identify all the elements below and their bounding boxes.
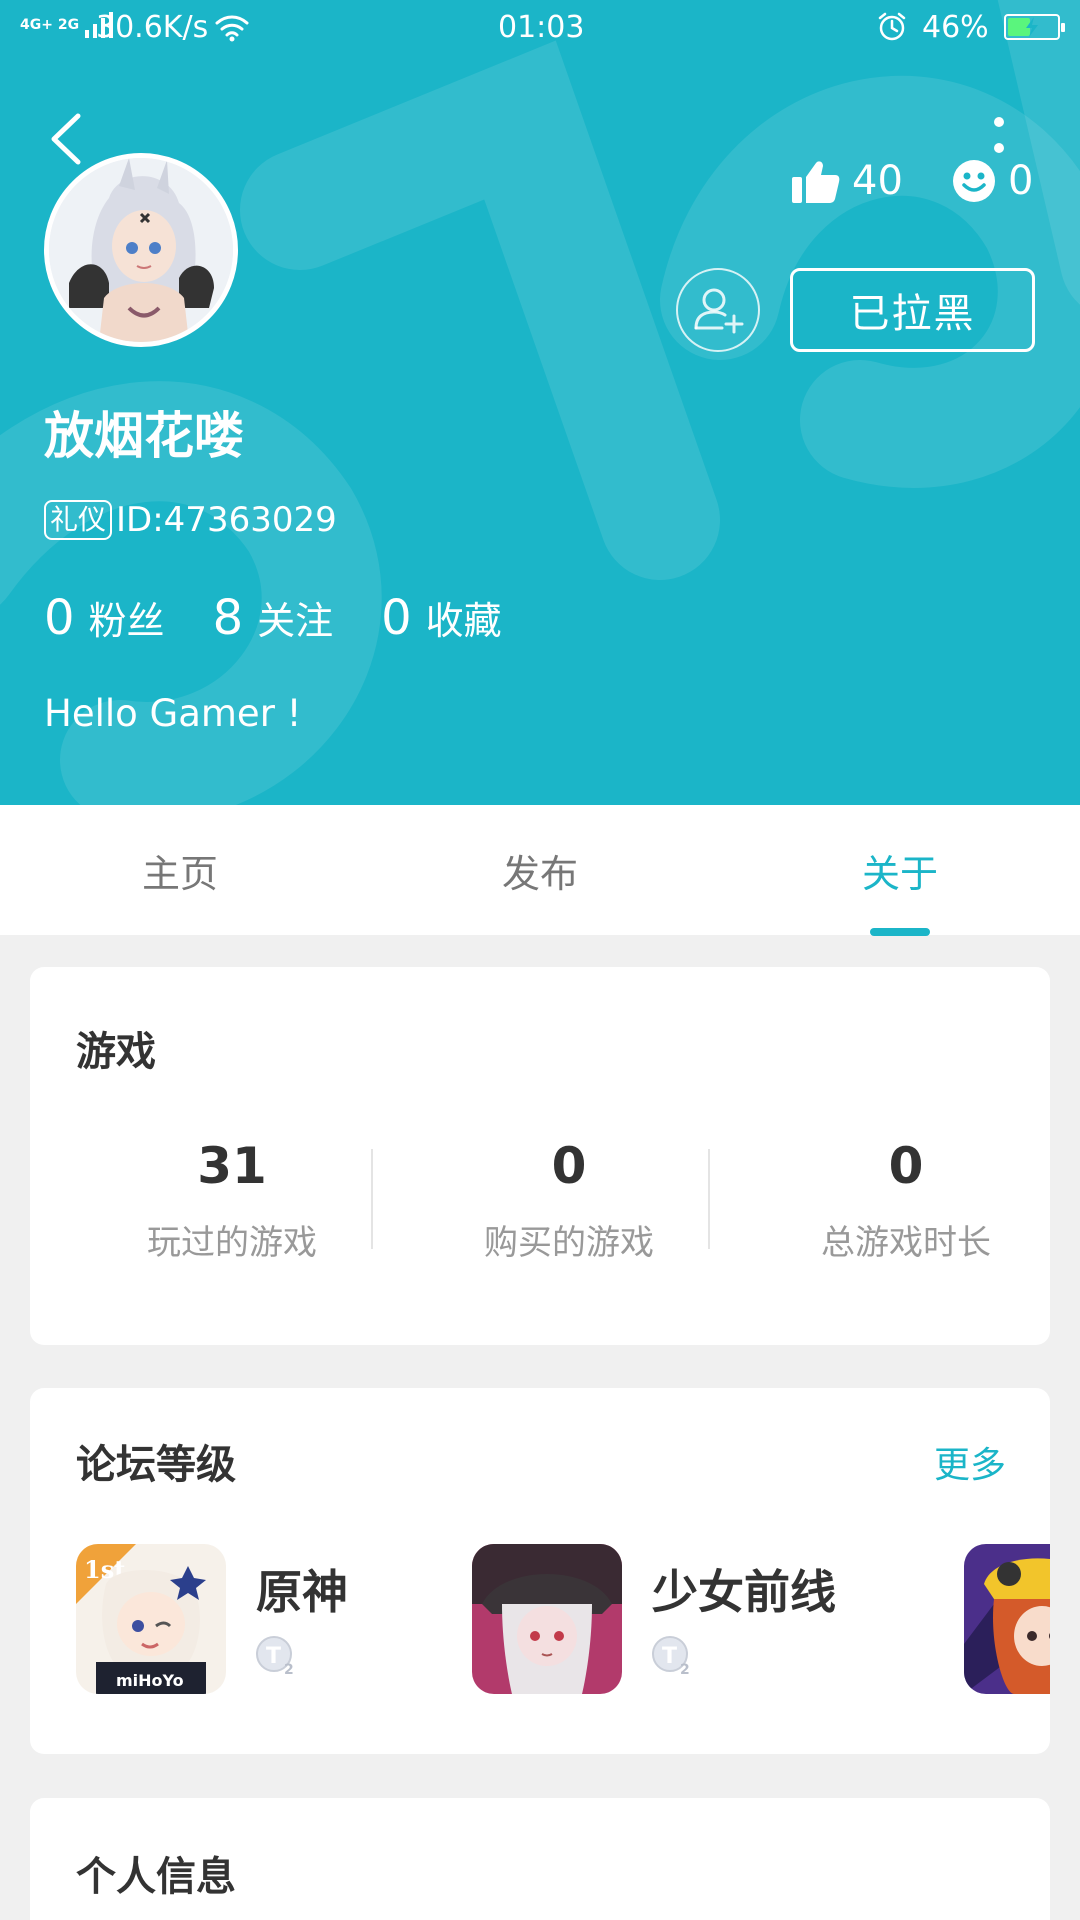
forum-item-girls-frontline[interactable]: 少女前线 T 2 xyxy=(472,1544,852,1694)
svg-text:miHoYo: miHoYo xyxy=(116,1671,184,1690)
forum-item-name: 少女前线 xyxy=(652,1565,836,1619)
followers-stat[interactable]: 0 粉丝 xyxy=(44,590,165,646)
smile-icon xyxy=(953,160,995,202)
profile-tabs: 主页 发布 关于 xyxy=(0,805,1080,935)
blocked-button[interactable]: 已拉黑 xyxy=(790,268,1035,352)
games-title: 游戏 xyxy=(76,1029,156,1075)
likes-counter[interactable]: 40 xyxy=(792,158,903,204)
user-id: ID:47363029 xyxy=(116,500,337,540)
username: 放烟花喽 xyxy=(44,407,244,465)
favorites-label: 收藏 xyxy=(425,599,502,643)
battery-icon xyxy=(1004,14,1065,40)
game-app-icon xyxy=(964,1544,1050,1694)
forum-item-genshin[interactable]: 1st miHoYo 原神 T 2 xyxy=(76,1544,436,1694)
network-speed: 30.6K/s xyxy=(96,10,209,45)
user-id-row: 礼仪 ID:47363029 xyxy=(44,500,337,540)
playtime-stat[interactable]: 0 总游戏时长 xyxy=(738,1137,1074,1264)
smiles-counter[interactable]: 0 xyxy=(952,158,1033,204)
followers-count: 0 xyxy=(44,590,75,646)
t2-level-icon: T 2 xyxy=(652,1636,690,1676)
following-count: 8 xyxy=(212,590,244,646)
profile-header: 4G+ 2G 30.6K/s 01:03 46% 40 0 已拉黑 放烟花喽 礼… xyxy=(0,0,1080,805)
bio-text: Hello Gamer ! xyxy=(44,692,302,735)
wifi-icon xyxy=(215,15,249,42)
following-stat[interactable]: 8 关注 xyxy=(213,590,334,646)
tab-about[interactable]: 关于 xyxy=(750,805,1050,935)
games-card: 游戏 31 玩过的游戏 0 购买的游戏 0 总游戏时长 xyxy=(30,967,1050,1345)
clock: 01:03 xyxy=(498,10,585,45)
active-tab-indicator xyxy=(870,928,930,936)
smiles-count: 0 xyxy=(1008,158,1034,204)
svg-text:T: T xyxy=(266,1644,281,1669)
followers-label: 粉丝 xyxy=(88,599,165,643)
divider xyxy=(708,1149,710,1249)
purchased-games-count: 0 xyxy=(551,1137,587,1195)
back-button[interactable] xyxy=(42,110,88,168)
played-games-count: 31 xyxy=(197,1137,267,1195)
forum-level-title: 论坛等级 xyxy=(76,1442,236,1488)
more-link[interactable]: 更多 xyxy=(934,1436,1006,1488)
purchased-games-stat[interactable]: 0 购买的游戏 xyxy=(401,1137,737,1264)
genshin-app-icon: 1st miHoYo xyxy=(76,1544,226,1694)
played-games-stat[interactable]: 31 玩过的游戏 xyxy=(64,1137,400,1264)
tab-home[interactable]: 主页 xyxy=(30,805,330,935)
avatar[interactable] xyxy=(44,153,238,347)
svg-text:T: T xyxy=(662,1644,677,1669)
alarm-icon xyxy=(878,12,906,41)
thumbs-up-icon xyxy=(792,161,840,203)
playtime-label: 总游戏时长 xyxy=(821,1223,991,1263)
network-type: 4G+ 2G xyxy=(20,16,80,33)
girls-frontline-app-icon xyxy=(472,1544,622,1694)
forum-level-card: 论坛等级 更多 1st miHoYo 原神 T 2 少女前线 T 2 xyxy=(30,1388,1050,1754)
playtime-count: 0 xyxy=(888,1137,924,1195)
purchased-games-label: 购买的游戏 xyxy=(484,1223,654,1263)
following-label: 关注 xyxy=(257,599,334,643)
favorites-count: 0 xyxy=(381,590,412,646)
favorites-stat[interactable]: 0 收藏 xyxy=(381,590,502,646)
divider xyxy=(371,1149,373,1249)
personal-info-title: 个人信息 xyxy=(76,1854,236,1900)
svg-text:2: 2 xyxy=(284,1662,294,1676)
more-vertical-icon[interactable] xyxy=(984,112,1014,160)
personal-info-card: 个人信息 xyxy=(30,1798,1050,1920)
likes-count: 40 xyxy=(852,158,903,204)
forum-item-name: 原神 xyxy=(256,1565,348,1619)
svg-text:2: 2 xyxy=(680,1662,690,1676)
forum-item-partial[interactable] xyxy=(964,1544,1050,1694)
profile-stats: 0 粉丝 8 关注 0 收藏 xyxy=(44,590,550,646)
add-user-button[interactable] xyxy=(676,268,760,352)
played-games-label: 玩过的游戏 xyxy=(147,1223,317,1263)
avatar-image xyxy=(49,158,233,342)
battery-percent: 46% xyxy=(922,10,989,45)
t2-level-icon: T 2 xyxy=(256,1636,294,1676)
tab-posts[interactable]: 发布 xyxy=(390,805,690,935)
add-user-icon xyxy=(694,288,744,334)
status-bar: 4G+ 2G 30.6K/s 01:03 46% xyxy=(0,0,1080,60)
user-tag-badge: 礼仪 xyxy=(44,500,113,540)
